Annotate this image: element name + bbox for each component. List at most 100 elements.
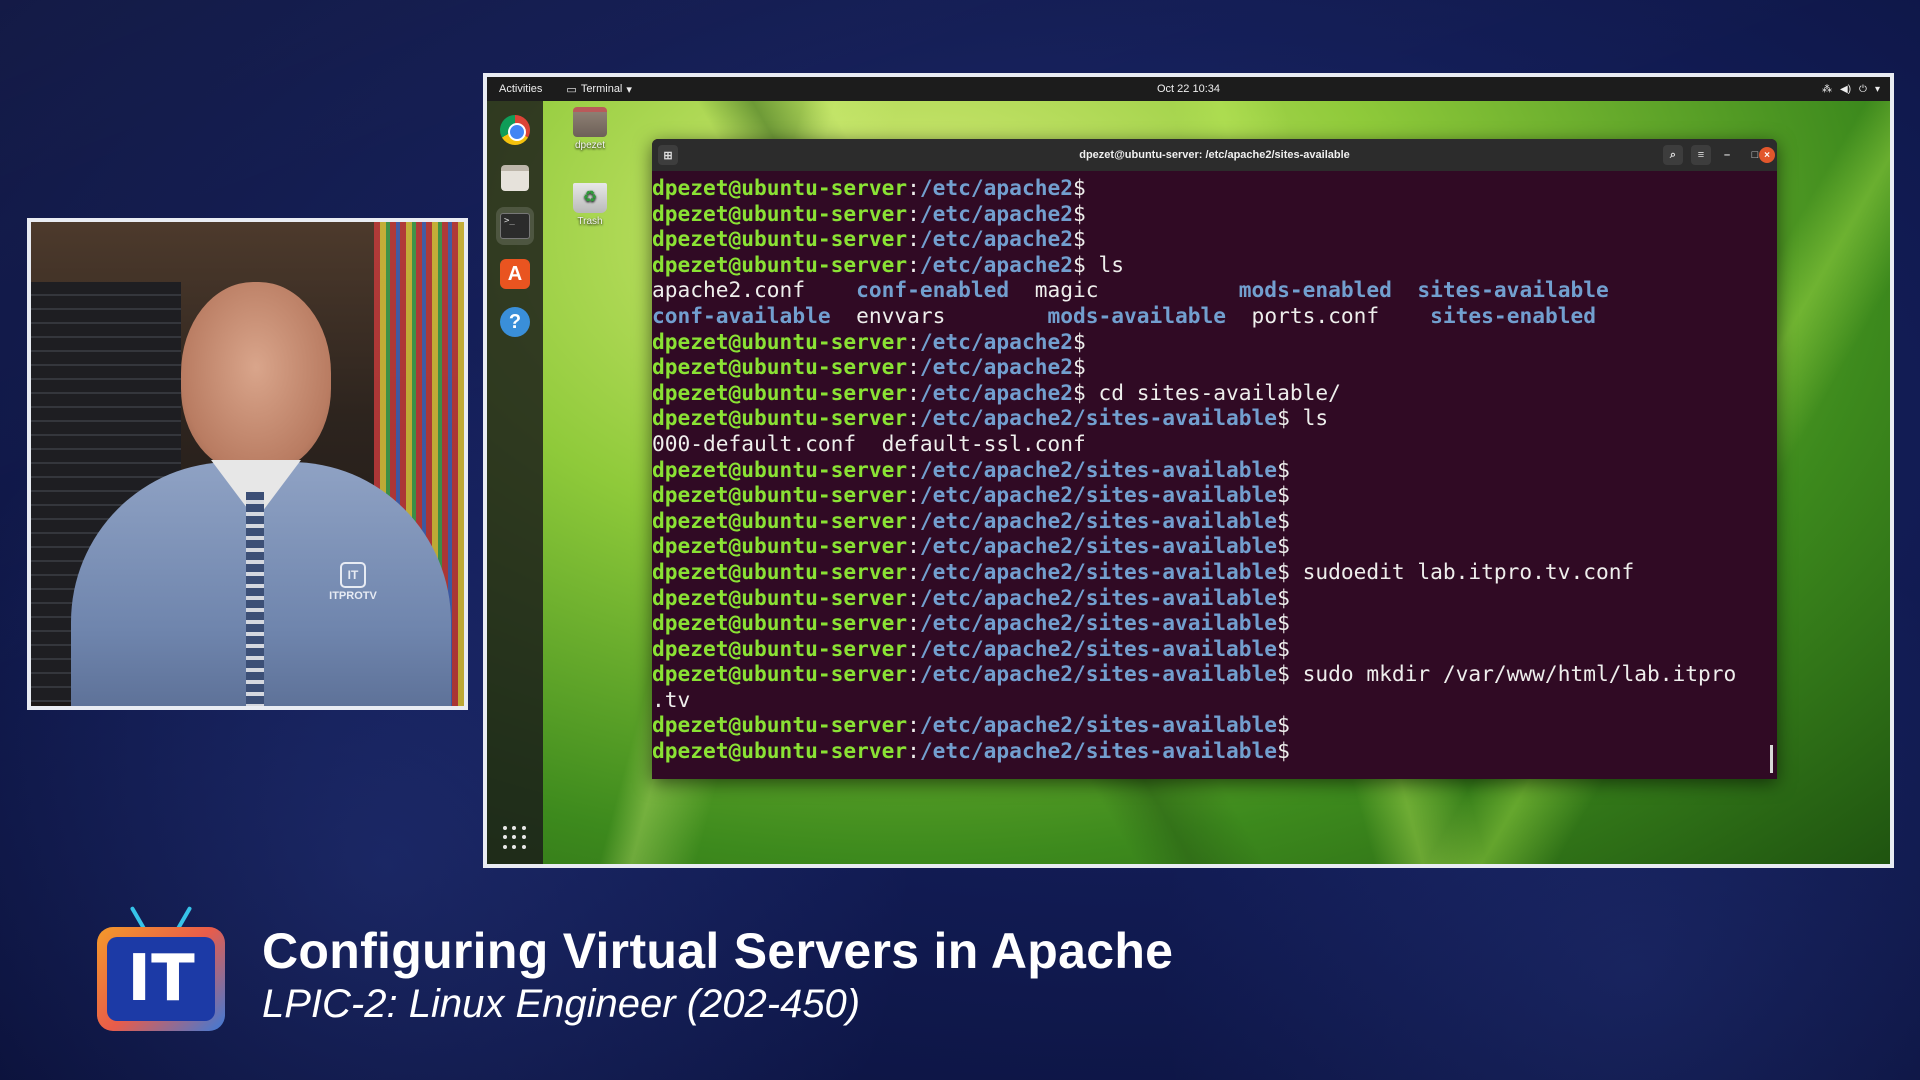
desktop-screen: Activities ▭ Terminal ▾ Oct 22 10:34 ⁂ ◀… (483, 73, 1894, 868)
prompt-user: dpezet@ubuntu-server (652, 507, 908, 533)
desktop-icon-trash-label: Trash (577, 216, 603, 227)
prompt-path: /etc/apache2/sites-available (919, 635, 1278, 661)
command-text: $ (1277, 533, 1290, 559)
prompt-user: dpezet@ubuntu-server (652, 610, 908, 636)
search-icon[interactable]: ⌕ (1663, 145, 1683, 165)
terminal-line: 000-default.conf default-ssl.conf (652, 431, 1777, 457)
command-text: $ (1277, 635, 1290, 661)
prompt-separator: : (907, 354, 920, 380)
terminal-line: dpezet@ubuntu-server:/etc/apache2/sites-… (652, 533, 1777, 559)
desktop-icon-home[interactable]: dpezet (560, 107, 620, 151)
terminal-titlebar[interactable]: ⊞ dpezet@ubuntu-server: /etc/apache2/sit… (652, 139, 1777, 171)
shirt-logo-text: ITPROTV (329, 590, 377, 602)
command-text: $ cd sites-available/ (1072, 379, 1341, 405)
prompt-user: dpezet@ubuntu-server (652, 482, 908, 508)
prompt-separator: : (907, 200, 920, 226)
terminal-window[interactable]: ⊞ dpezet@ubuntu-server: /etc/apache2/sit… (652, 139, 1777, 779)
prompt-user: dpezet@ubuntu-server (652, 226, 908, 252)
terminal-line: dpezet@ubuntu-server:/etc/apache2/sites-… (652, 405, 1777, 431)
clock[interactable]: Oct 22 10:34 (1157, 83, 1220, 95)
prompt-separator: : (907, 635, 920, 661)
desktop-icon-trash[interactable]: ♻ Trash (560, 183, 620, 227)
prompt-path: /etc/apache2 (919, 226, 1073, 252)
terminal-line: dpezet@ubuntu-server:/etc/apache2/sites-… (652, 585, 1777, 611)
presenter-head (181, 282, 331, 472)
file-entry: apache2.conf (652, 277, 857, 303)
prompt-path: /etc/apache2/sites-available (919, 661, 1278, 687)
prompt-user: dpezet@ubuntu-server (652, 558, 908, 584)
volume-icon: ◀) (1840, 83, 1852, 95)
directory-entry: mods-available (1047, 302, 1227, 328)
prompt-user: dpezet@ubuntu-server (652, 712, 908, 738)
prompt-separator: : (907, 558, 920, 584)
terminal-line: dpezet@ubuntu-server:/etc/apache2$ cd si… (652, 380, 1777, 406)
presenter-video: IT ITPROTV (27, 218, 468, 710)
dock-software[interactable]: A (496, 255, 534, 293)
shirt-logo: IT ITPROTV (323, 562, 383, 602)
prompt-separator: : (907, 533, 920, 559)
prompt-separator: : (907, 328, 920, 354)
output-text: 000-default.conf default-ssl.conf (652, 430, 1086, 456)
prompt-path: /etc/apache2 (919, 251, 1073, 277)
terminal-line: dpezet@ubuntu-server:/etc/apache2$ ls (652, 252, 1777, 278)
prompt-user: dpezet@ubuntu-server (652, 354, 908, 380)
command-text: $ (1072, 200, 1086, 226)
directory-entry: conf-enabled (856, 277, 1010, 303)
prompt-path: /etc/apache2/sites-available (919, 405, 1278, 431)
command-text: $ (1072, 226, 1086, 252)
app-menu[interactable]: ▭ Terminal ▾ (566, 83, 632, 96)
dock-help[interactable]: ? (496, 303, 534, 341)
dock-files[interactable] (496, 159, 534, 197)
prompt-path: /etc/apache2 (919, 328, 1073, 354)
prompt-separator: : (907, 738, 920, 764)
command-text: $ (1277, 712, 1290, 738)
prompt-separator: : (907, 507, 920, 533)
terminal-output[interactable]: dpezet@ubuntu-server:/etc/apache2$ dpezet… (652, 171, 1777, 764)
chrome-icon (500, 115, 530, 145)
prompt-path: /etc/apache2 (919, 379, 1073, 405)
command-text: $ sudo mkdir /var/www/html/lab.itpro (1277, 661, 1737, 687)
logo-frame: IT (97, 927, 225, 1031)
output-text: .tv (652, 686, 691, 712)
prompt-separator: : (907, 482, 920, 508)
terminal-scrollbar[interactable] (1770, 745, 1773, 773)
show-applications-icon[interactable] (503, 826, 527, 850)
prompt-user: dpezet@ubuntu-server (652, 379, 908, 405)
terminal-icon: >_ (500, 213, 530, 239)
command-text: $ (1277, 738, 1290, 764)
terminal-line: .tv (652, 687, 1777, 713)
logo-text: IT (107, 937, 215, 1021)
minimize-icon[interactable]: – (1717, 145, 1737, 165)
command-text: $ (1277, 610, 1290, 636)
top-bar: Activities ▭ Terminal ▾ Oct 22 10:34 ⁂ ◀… (487, 77, 1890, 101)
terminal-line: dpezet@ubuntu-server:/etc/apache2$ (652, 354, 1777, 380)
terminal-title: dpezet@ubuntu-server: /etc/apache2/sites… (1079, 149, 1350, 161)
close-icon[interactable]: × (1759, 147, 1775, 163)
terminal-line: dpezet@ubuntu-server:/etc/apache2/sites-… (652, 559, 1777, 585)
command-text: $ ls (1277, 405, 1329, 431)
command-text: $ ls (1072, 251, 1124, 277)
dock-terminal[interactable]: >_ (496, 207, 534, 245)
terminal-line: dpezet@ubuntu-server:/etc/apache2/sites-… (652, 712, 1777, 738)
new-tab-icon[interactable]: ⊞ (658, 145, 678, 165)
prompt-separator: : (907, 610, 920, 636)
command-text: $ (1072, 328, 1086, 354)
activities-button[interactable]: Activities (499, 83, 542, 95)
home-folder-icon (573, 107, 607, 137)
dock-chrome[interactable] (496, 111, 534, 149)
command-text: $ (1072, 354, 1086, 380)
system-tray[interactable]: ⁂ ◀) ⏻ ▾ (1822, 84, 1880, 95)
hamburger-menu-icon[interactable]: ≡ (1691, 145, 1711, 165)
prompt-separator: : (907, 175, 920, 200)
command-text: $ (1072, 175, 1086, 200)
prompt-separator: : (907, 251, 920, 277)
prompt-path: /etc/apache2 (919, 354, 1073, 380)
prompt-path: /etc/apache2 (919, 175, 1073, 200)
power-icon: ⏻ (1859, 83, 1867, 95)
terminal-line: dpezet@ubuntu-server:/etc/apache2/sites-… (652, 482, 1777, 508)
prompt-separator: : (907, 226, 920, 252)
prompt-user: dpezet@ubuntu-server (652, 175, 908, 200)
terminal-line: dpezet@ubuntu-server:/etc/apache2/sites-… (652, 661, 1777, 687)
files-icon (501, 165, 529, 191)
terminal-line: dpezet@ubuntu-server:/etc/apache2/sites-… (652, 457, 1777, 483)
